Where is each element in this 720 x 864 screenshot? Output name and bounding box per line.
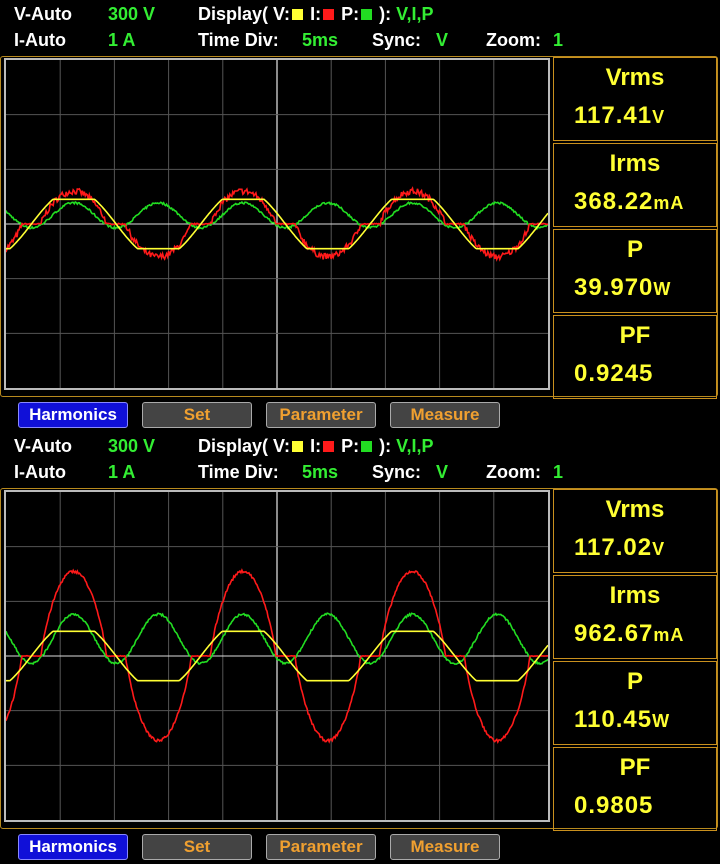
sync-value: V (436, 30, 449, 50)
display-i-label: I: (310, 4, 322, 24)
voltage-color-swatch (292, 440, 304, 452)
value-unit: mA (653, 193, 685, 213)
harmonics-button[interactable]: Harmonics (18, 834, 128, 860)
measurement-label: PF (619, 754, 651, 781)
measurement-value: 368.22mA (574, 188, 684, 216)
measurement-value: 110.45W (574, 706, 670, 734)
value-unit: W (652, 711, 671, 731)
zoom-label: Zoom: (486, 30, 541, 50)
measure-button[interactable]: Measure (390, 834, 500, 860)
i-range-value: 1 A (108, 30, 136, 50)
measurement-power: P 110.45W (553, 661, 717, 745)
i-range-value: 1 A (108, 462, 136, 482)
display-label: Display( (198, 4, 269, 24)
value-number: 110.45 (574, 706, 653, 733)
waveform-svg (6, 492, 548, 820)
display-close: ): (379, 436, 392, 456)
measurement-irms: Irms 368.22mA (553, 143, 717, 227)
header-row-2: I-Auto 1 A Time Div: 5ms Sync: V Zoom: 1 (0, 460, 720, 484)
i-range-label: I-Auto (14, 30, 66, 50)
value-number: 117.02 (574, 534, 653, 561)
display-setting: Display( V: I: P: ): V,I,P (198, 434, 434, 458)
measurement-label: Vrms (605, 64, 665, 91)
zoom-value: 1 (553, 30, 564, 50)
measurement-label: Irms (609, 150, 661, 177)
parameter-button[interactable]: Parameter (266, 834, 376, 860)
time-div-label: Time Div: (198, 462, 279, 482)
display-value: V,I,P (396, 436, 434, 456)
value-number: 39.970 (574, 274, 654, 301)
v-range-value: 300 V (108, 4, 156, 24)
display-i-label: I: (310, 436, 322, 456)
parameter-button[interactable]: Parameter (266, 402, 376, 428)
time-div-value: 5ms (302, 462, 339, 482)
value-number: 0.9805 (574, 792, 654, 819)
measurement-label: Vrms (605, 496, 665, 523)
header-row-2: I-Auto 1 A Time Div: 5ms Sync: V Zoom: 1 (0, 28, 720, 52)
v-range-label: V-Auto (14, 4, 72, 24)
waveform-svg (6, 60, 548, 388)
display-value: V,I,P (396, 4, 434, 24)
measurement-value: 962.67mA (574, 620, 684, 648)
display-setting: Display( V: I: P: ): V,I,P (198, 2, 434, 26)
measurement-value: 39.970W (574, 274, 671, 302)
measurement-value: 0.9245 (574, 360, 653, 388)
display-v-label: V: (273, 4, 291, 24)
analyzer-panel-1: V-Auto 300 V Display( V: I: P: ): V,I,P … (0, 0, 720, 432)
value-number: 368.22 (574, 188, 654, 215)
power-color-swatch (361, 440, 373, 452)
current-color-swatch (323, 8, 335, 20)
measurement-value: 0.9805 (574, 792, 653, 820)
value-number: 0.9245 (574, 360, 654, 387)
header-row-1: V-Auto 300 V Display( V: I: P: ): V,I,P (0, 434, 720, 458)
set-button[interactable]: Set (142, 834, 252, 860)
power-color-swatch (361, 8, 373, 20)
value-unit: W (653, 279, 672, 299)
value-unit: V (652, 107, 666, 127)
display-close: ): (379, 4, 392, 24)
current-color-swatch (323, 440, 335, 452)
value-number: 117.41 (574, 102, 653, 129)
v-range-value: 300 V (108, 436, 156, 456)
measurement-label: P (626, 236, 643, 263)
measure-button[interactable]: Measure (390, 402, 500, 428)
header-row-1: V-Auto 300 V Display( V: I: P: ): V,I,P (0, 2, 720, 26)
waveform-display[interactable] (4, 58, 550, 390)
display-label: Display( (198, 436, 269, 456)
voltage-color-swatch (292, 8, 304, 20)
value-unit: V (652, 539, 666, 559)
value-unit: mA (653, 625, 685, 645)
display-p-label: P: (341, 4, 360, 24)
analyzer-panel-2: V-Auto 300 V Display( V: I: P: ): V,I,P … (0, 432, 720, 864)
harmonics-button[interactable]: Harmonics (18, 402, 128, 428)
value-number: 962.67 (574, 620, 654, 647)
set-button[interactable]: Set (142, 402, 252, 428)
measurement-value: 117.02V (574, 534, 665, 562)
display-p-label: P: (341, 436, 360, 456)
measurement-pf: PF 0.9805 (553, 747, 717, 831)
measurement-vrms: Vrms 117.41V (553, 57, 717, 141)
measurement-vrms: Vrms 117.02V (553, 489, 717, 573)
measurement-pf: PF 0.9245 (553, 315, 717, 399)
time-div-label: Time Div: (198, 30, 279, 50)
sync-value: V (436, 462, 449, 482)
measurement-value: 117.41V (574, 102, 665, 130)
measurement-label: PF (619, 322, 651, 349)
sync-label: Sync: (372, 462, 422, 482)
time-div-value: 5ms (302, 30, 339, 50)
measurement-label: Irms (609, 582, 661, 609)
measurement-irms: Irms 962.67mA (553, 575, 717, 659)
zoom-label: Zoom: (486, 462, 541, 482)
zoom-value: 1 (553, 462, 564, 482)
i-range-label: I-Auto (14, 462, 66, 482)
sync-label: Sync: (372, 30, 422, 50)
waveform-display[interactable] (4, 490, 550, 822)
display-v-label: V: (273, 436, 291, 456)
measurement-label: P (626, 668, 643, 695)
measurement-power: P 39.970W (553, 229, 717, 313)
v-range-label: V-Auto (14, 436, 72, 456)
